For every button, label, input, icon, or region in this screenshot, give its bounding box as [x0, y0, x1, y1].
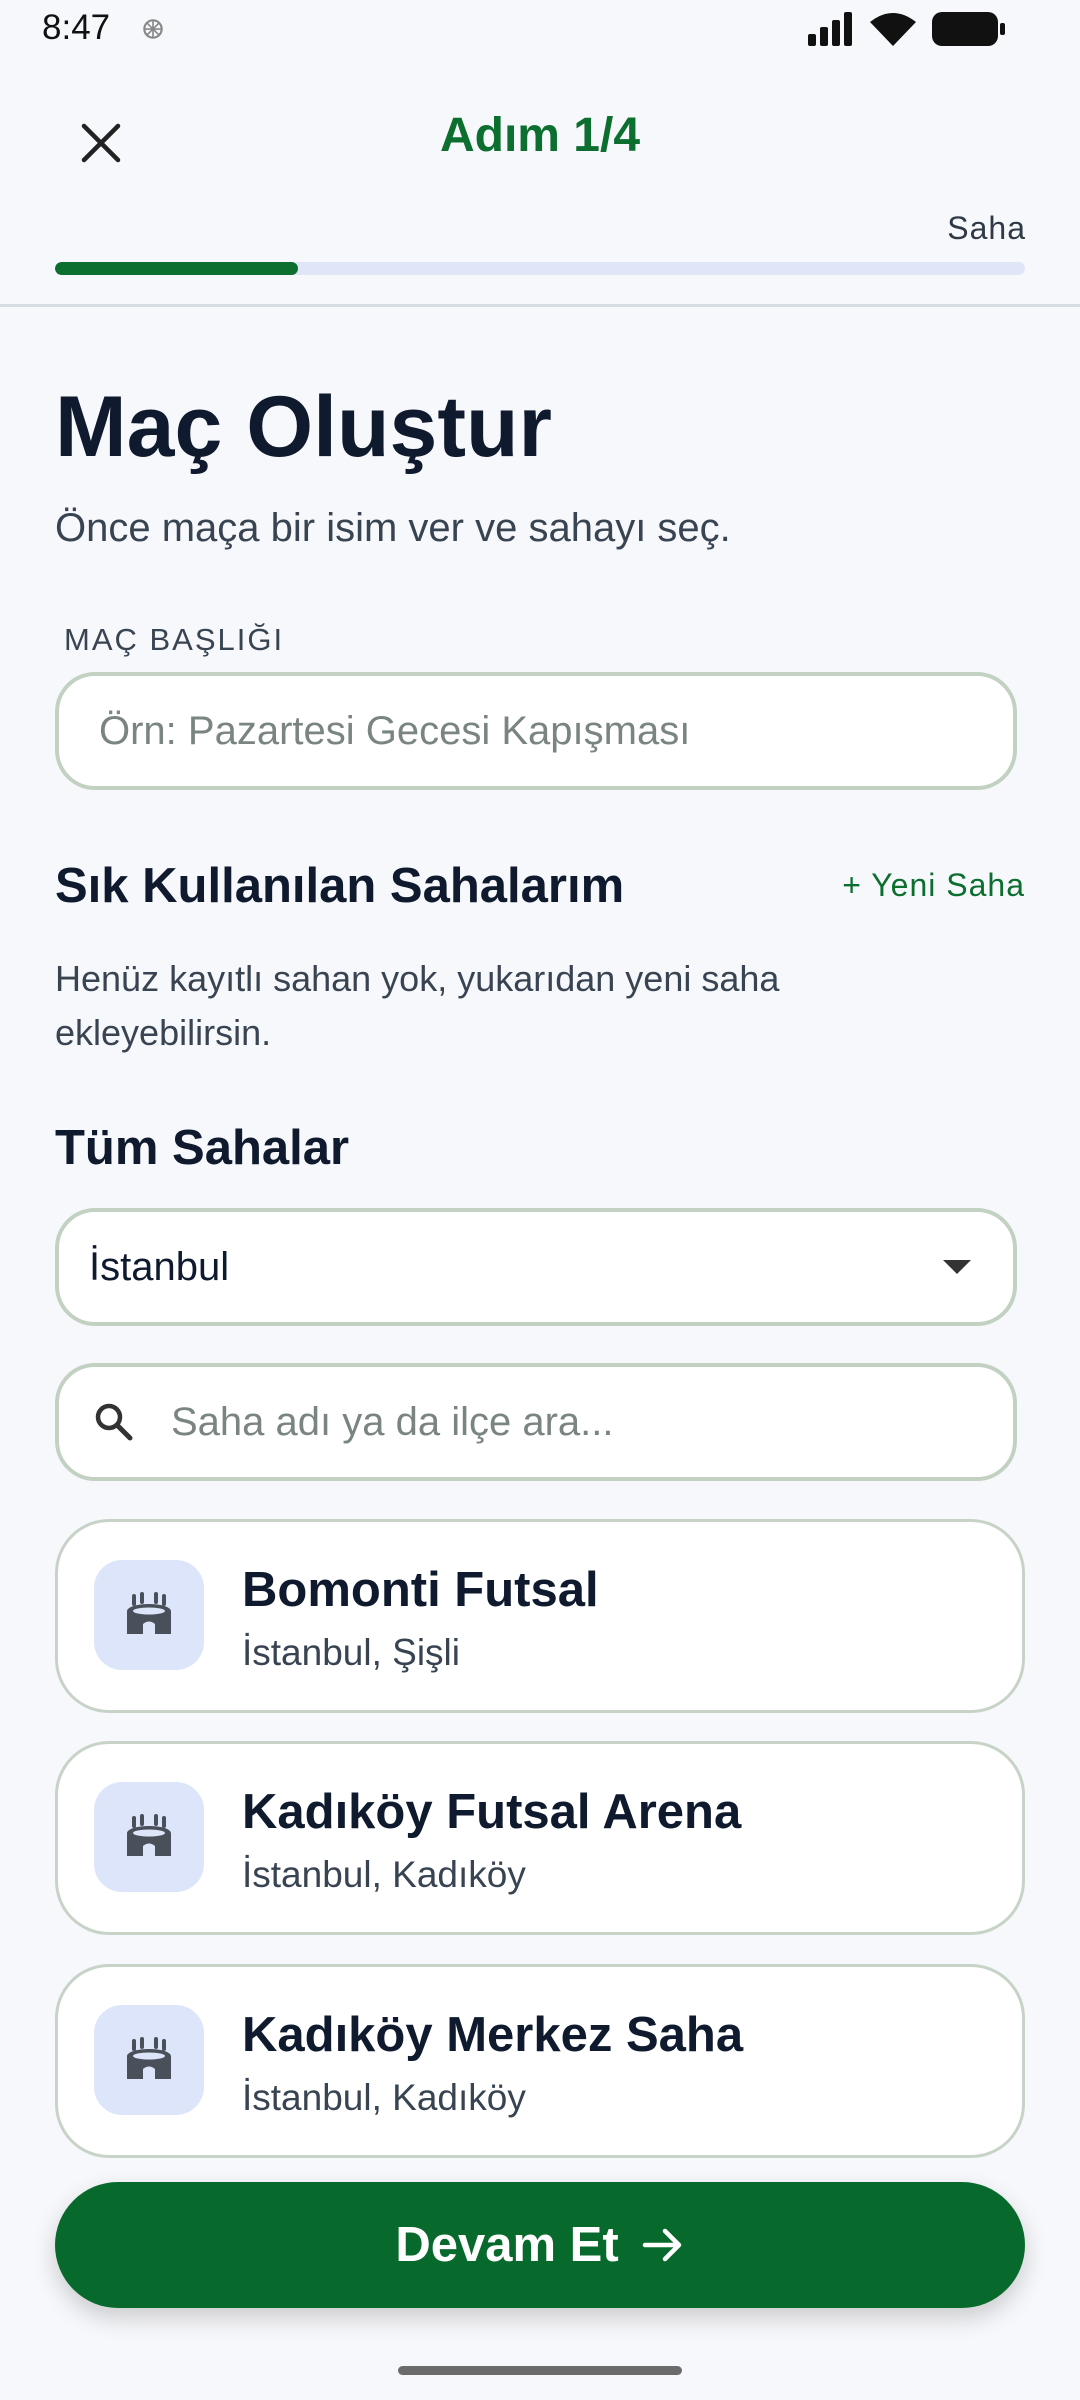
- venue-card[interactable]: Kadıköy Futsal Arena İstanbul, Kadıköy: [55, 1741, 1025, 1935]
- venue-search-field[interactable]: [55, 1363, 1017, 1481]
- favorites-empty-text: Henüz kayıtlı sahan yok, yukarıdan yeni …: [55, 958, 780, 1053]
- favorites-section-title: Sık Kullanılan Sahalarım: [55, 859, 625, 913]
- city-select-value: İstanbul: [89, 1244, 230, 1289]
- status-bar: 8:47: [0, 0, 1080, 64]
- city-select[interactable]: İstanbul: [55, 1208, 1017, 1326]
- venue-name: Kadıköy Futsal Arena: [242, 1785, 742, 1839]
- venue-thumbnail: [94, 2005, 204, 2115]
- match-title-label: MAÇ BAŞLIĞI: [64, 622, 285, 657]
- match-title-field[interactable]: [55, 672, 1017, 790]
- add-venue-link[interactable]: + Yeni Saha: [842, 867, 1025, 904]
- venue-card[interactable]: Bomonti Futsal İstanbul, Şişli: [55, 1519, 1025, 1713]
- page-title: Maç Oluştur: [55, 379, 552, 475]
- stadium-icon: [127, 1814, 171, 1856]
- wifi-icon: [870, 13, 916, 46]
- venue-location: İstanbul, Kadıköy: [242, 2077, 526, 2118]
- venue-name: Kadıköy Merkez Saha: [242, 2008, 744, 2062]
- continue-button[interactable]: Devam Et: [55, 2182, 1025, 2308]
- venue-search-input[interactable]: [169, 1398, 1013, 1446]
- status-time: 8:47: [42, 8, 111, 47]
- step-progress-bar: [55, 262, 1025, 275]
- arrow-right-icon: [642, 2228, 681, 2262]
- battery-icon: [932, 12, 1005, 46]
- step-progress-fill: [55, 262, 298, 275]
- venue-thumbnail: [94, 1560, 204, 1670]
- step-label: Saha: [947, 210, 1026, 246]
- notification-icon: [143, 19, 163, 39]
- all-venues-title: Tüm Sahalar: [55, 1121, 350, 1175]
- venue-card[interactable]: Kadıköy Merkez Saha İstanbul, Kadıköy: [55, 1964, 1025, 2158]
- match-title-input[interactable]: [59, 707, 1013, 755]
- stadium-icon: [127, 1592, 171, 1634]
- chevron-down-icon: [943, 1260, 971, 1274]
- venue-location: İstanbul, Kadıköy: [242, 1854, 526, 1895]
- step-header: Adım 1/4 Saha: [0, 64, 1080, 307]
- step-title: Adım 1/4: [439, 109, 641, 162]
- signal-icon: [808, 12, 852, 46]
- page-subtitle: Önce maça bir isim ver ve sahayı seç.: [55, 506, 731, 550]
- stadium-icon: [127, 2037, 171, 2079]
- venue-thumbnail: [94, 1782, 204, 1892]
- venue-location: İstanbul, Şişli: [242, 1632, 460, 1673]
- venue-name: Bomonti Futsal: [242, 1563, 599, 1617]
- search-icon: [95, 1403, 133, 1441]
- continue-label: Devam Et: [395, 2218, 619, 2272]
- home-indicator: [398, 2366, 682, 2375]
